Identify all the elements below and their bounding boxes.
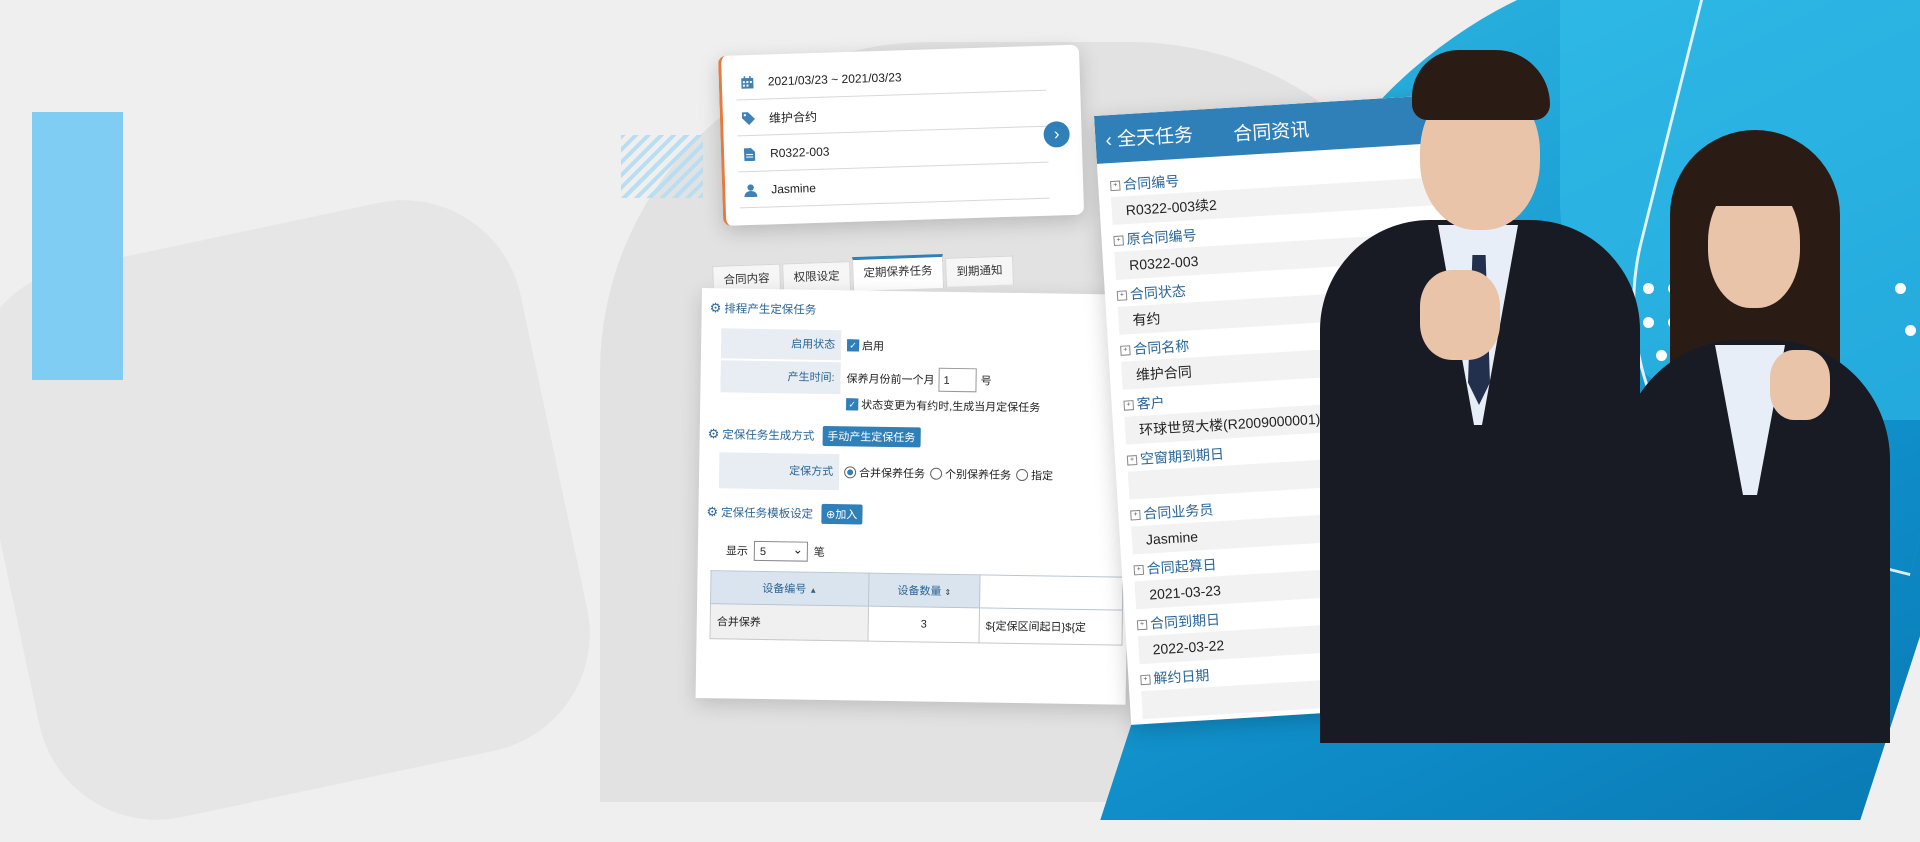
chevron-left-icon: ‹	[1104, 129, 1113, 152]
sort-asc-icon: ▲	[809, 585, 818, 595]
expand-icon: +	[1126, 455, 1138, 466]
contract-type-value: 维护合约	[768, 109, 818, 125]
method-radio-group: 合并保养任务 个别保养任务 指定	[839, 454, 1054, 493]
tab-maintenance-task[interactable]: 定期保养任务	[851, 253, 945, 292]
day-input[interactable]: 1	[938, 367, 977, 393]
calendar-icon	[736, 75, 758, 89]
expand-icon: +	[1136, 620, 1148, 631]
gear-icon: ⚙	[707, 426, 720, 442]
page-size-select[interactable]: 5	[753, 540, 809, 562]
generation-section-title: ⚙ 定保任务生成方式 手动产生定保任务	[707, 424, 921, 448]
filter-card: 2021/03/23 ~ 2021/03/23 维护合约 R0322-003 J…	[718, 44, 1085, 226]
expand-icon: +	[1116, 290, 1128, 302]
page-size-control: 显示 5 笔	[726, 538, 825, 564]
expand-icon: +	[1113, 235, 1124, 247]
expand-icon: +	[1130, 510, 1141, 521]
decorative-stripes	[621, 135, 703, 198]
table-row[interactable]: 合并保养 3 ${定保区间起日}${定	[709, 603, 1123, 646]
column-header-device-no[interactable]: 设备编号 ▲	[710, 570, 870, 607]
sort-icon: ⇕	[944, 587, 952, 597]
gear-icon: ⚙	[709, 300, 722, 316]
expand-icon: +	[1120, 345, 1131, 357]
time-setting: 保养月份前一个月 1 号	[846, 362, 992, 396]
tab-expiry-notice[interactable]: 到期通知	[944, 255, 1014, 287]
expand-icon: +	[1140, 674, 1151, 686]
column-header-device-count[interactable]: 设备数量 ⇕	[868, 573, 981, 608]
column-header-blank	[979, 574, 1124, 611]
checkbox-checked-icon: ✓	[846, 398, 859, 411]
tag-icon	[737, 111, 759, 125]
document-icon	[738, 147, 760, 161]
enable-label: 启用状态	[720, 328, 842, 361]
template-table: 设备编号 ▲ 设备数量 ⇕ 合并保养 3 ${定保区间起日}${定	[709, 570, 1124, 646]
date-range-value: 2021/03/23 ~ 2021/03/23	[767, 70, 902, 89]
woman-photo	[1620, 120, 1890, 743]
decorative-dot	[1895, 283, 1906, 294]
radio-individual[interactable]	[930, 467, 943, 480]
user-icon	[739, 183, 761, 197]
time-label: 产生时间:	[720, 360, 841, 395]
contract-number-value: R0322-003	[769, 144, 830, 161]
man-photo	[1320, 10, 1640, 743]
decorative-dot	[1905, 325, 1916, 336]
gear-icon: ⚙	[706, 504, 719, 520]
template-section-title: ⚙ 定保任务模板设定 ⊕加入	[706, 502, 863, 525]
back-button[interactable]: ‹ 全天任务	[1105, 120, 1194, 152]
contract-info-title: 合同资讯	[1232, 119, 1310, 146]
tab-permission[interactable]: 权限设定	[782, 261, 852, 293]
method-label: 定保方式	[718, 452, 840, 491]
add-button[interactable]: ⊕加入	[820, 503, 863, 525]
plus-icon: ⊕	[826, 508, 836, 522]
schedule-section-title: ⚙ 排程产生定保任务	[709, 300, 817, 317]
manual-generate-button[interactable]: 手动产生定保任务	[822, 425, 921, 448]
radio-specified[interactable]	[1016, 468, 1029, 482]
enable-checkbox[interactable]: ✓ 启用	[847, 330, 884, 361]
expand-icon: +	[1123, 400, 1135, 412]
expand-icon: +	[1133, 565, 1145, 576]
person-value: Jasmine	[770, 180, 817, 197]
radio-merged[interactable]	[844, 466, 857, 479]
expand-icon: +	[1110, 180, 1121, 192]
status-change-checkbox[interactable]: ✓ 状态变更为有约时,生成当月定保任务	[846, 394, 1040, 417]
accent-bar	[32, 112, 123, 380]
cell-device-count: 3	[867, 606, 980, 643]
maintenance-settings-panel: ⚙ 排程产生定保任务 启用状态 ✓ 启用 产生时间: 保养月份前一个月 1 号 …	[695, 288, 1132, 705]
cell-template: ${定保区间起日}${定	[978, 607, 1123, 646]
chevron-right-icon[interactable]: ›	[1043, 121, 1071, 148]
cell-device-no: 合并保养	[709, 603, 869, 642]
checkbox-checked-icon: ✓	[847, 339, 860, 352]
